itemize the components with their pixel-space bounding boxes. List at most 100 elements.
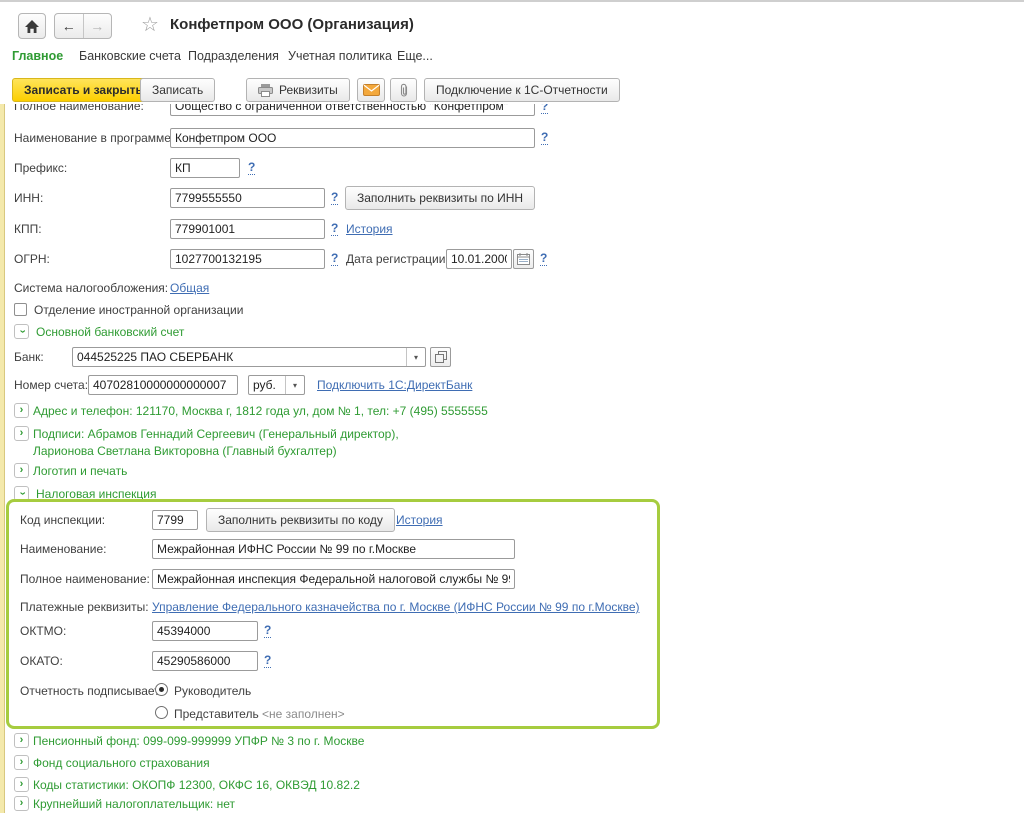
fill-by-inn-button[interactable]: Заполнить реквизиты по ИНН [345,186,535,210]
bank-section-title: Основной банковский счет [36,325,184,339]
printer-icon [258,84,273,97]
page-title: Конфетпром ООО (Организация) [170,16,414,33]
full-name-help-link[interactable]: ? [541,104,548,114]
logo-section-expand-button[interactable]: › [14,463,29,478]
paperclip-icon [399,83,409,98]
kpp-help-link[interactable]: ? [331,222,338,236]
account-number-input[interactable] [88,375,238,395]
requisites-button[interactable]: Реквизиты [246,78,350,102]
foreign-branch-checkbox[interactable] [14,303,27,316]
attachments-button[interactable] [390,78,417,102]
payment-requisites-link[interactable]: Управление Федерального казначейства по … [152,600,640,614]
stat-codes-summary: Коды статистики: ОКОПФ 12300, ОКФС 16, О… [33,778,360,792]
logo-section-title: Логотип и печать [33,464,127,478]
send-email-button[interactable] [357,78,385,102]
directbank-connect-link[interactable]: Подключить 1С:ДиректБанк [317,378,472,392]
stat-codes-expand-button[interactable]: › [14,777,29,792]
ogrn-help-link[interactable]: ? [331,252,338,266]
signatures-section-expand-button[interactable]: › [14,426,29,441]
full-name-input[interactable] [170,104,535,116]
inspection-code-input[interactable] [152,510,198,530]
home-icon [25,20,39,33]
pension-fund-expand-button[interactable]: › [14,733,29,748]
largest-taxpayer-summary: Крупнейший налогоплательщик: нет [33,797,235,811]
ogrn-input[interactable] [170,249,325,269]
calendar-icon [517,253,530,265]
address-section-expand-button[interactable]: › [14,403,29,418]
full-name-label: Полное наименование: [14,104,144,113]
signer-director-radio[interactable] [155,683,168,696]
bank-open-button[interactable] [430,347,451,367]
currency-value: руб. [249,378,285,392]
bank-dropdown-icon[interactable]: ▾ [406,348,425,366]
program-name-input[interactable] [170,128,535,148]
home-button[interactable] [18,13,46,39]
account-number-label: Номер счета: [14,378,88,392]
signer-representative-label: Представитель [174,707,259,721]
tax-system-link[interactable]: Общая [170,281,209,295]
okato-help-link[interactable]: ? [264,654,271,668]
okato-label: ОКАТО: [20,654,63,668]
tab-more[interactable]: Еще... [397,49,433,63]
currency-dropdown-icon[interactable]: ▾ [285,376,304,394]
inn-input[interactable] [170,188,325,208]
back-button[interactable]: ← [55,14,83,38]
program-name-label: Наименование в программе: [14,131,174,145]
currency-combobox[interactable]: руб. ▾ [248,375,305,395]
bank-section-collapse-button[interactable]: › [14,324,29,339]
program-name-help-link[interactable]: ? [541,131,548,145]
save-button[interactable]: Записать [140,78,215,102]
okato-input[interactable] [152,651,258,671]
connect-1c-reporting-button[interactable]: Подключение к 1С-Отчетности [424,78,620,102]
signatures-summary-line1: Подписи: Абрамов Геннадий Сергеевич (Ген… [33,427,399,441]
reg-date-calendar-button[interactable] [513,249,534,269]
oktmo-help-link[interactable]: ? [264,624,271,638]
social-fund-expand-button[interactable]: › [14,755,29,770]
favorite-star-icon[interactable]: ☆ [141,15,159,35]
forward-button[interactable]: → [84,14,112,38]
requisites-button-label: Реквизиты [279,83,338,97]
signer-representative-radio[interactable] [155,706,168,719]
inspection-full-name-input[interactable] [152,569,515,589]
tab-main[interactable]: Главное [12,49,63,63]
save-and-close-button[interactable]: Записать и закрыть [12,78,155,102]
inspection-name-input[interactable] [152,539,515,559]
foreign-branch-label: Отделение иностранной организации [34,303,243,317]
inspection-history-link[interactable]: История [396,513,443,527]
reg-date-input[interactable] [446,249,512,269]
social-fund-title: Фонд социального страхования [33,756,210,770]
payment-requisites-label: Платежные реквизиты: [20,600,149,614]
inspection-name-label: Наименование: [20,542,107,556]
report-signer-label: Отчетность подписывает: [20,684,163,698]
address-section-summary: Адрес и телефон: 121170, Москва г, 1812 … [33,404,488,418]
inn-help-link[interactable]: ? [331,191,338,205]
inspection-code-label: Код инспекции: [20,513,105,527]
kpp-history-link[interactable]: История [346,222,393,236]
bank-combobox[interactable]: 044525225 ПАО СБЕРБАНК ▾ [72,347,426,367]
full-name-row-clipped: Полное наименование: ? [0,104,620,119]
inn-label: ИНН: [14,191,43,205]
tab-bank-accounts[interactable]: Банковские счета [79,49,181,63]
reg-date-label: Дата регистрации: [346,252,449,266]
oktmo-label: ОКТМО: [20,624,66,638]
organization-form-window: ← → ☆ Конфетпром ООО (Организация) Главн… [0,0,1024,813]
bank-value: 044525225 ПАО СБЕРБАНК [73,350,406,364]
tab-departments[interactable]: Подразделения [188,49,279,63]
largest-taxpayer-expand-button[interactable]: › [14,796,29,811]
signer-representative-empty-note: <не заполнен> [262,707,345,721]
pension-fund-summary: Пенсионный фонд: 099-099-999999 УПФР № 3… [33,734,364,748]
kpp-input[interactable] [170,219,325,239]
prefix-input[interactable] [170,158,240,178]
tab-accounting-policy[interactable]: Учетная политика [288,49,392,63]
fill-by-code-button[interactable]: Заполнить реквизиты по коду [206,508,395,532]
tax-system-label: Система налогообложения: [14,281,168,295]
envelope-icon [363,84,380,96]
open-in-window-icon [435,351,447,363]
prefix-help-link[interactable]: ? [248,161,255,175]
oktmo-input[interactable] [152,621,258,641]
kpp-label: КПП: [14,222,42,236]
bank-label: Банк: [14,350,44,364]
form-left-edge [0,104,5,813]
signatures-summary-line2: Ларионова Светлана Викторовна (Главный б… [33,444,337,458]
reg-date-help-link[interactable]: ? [540,252,547,266]
